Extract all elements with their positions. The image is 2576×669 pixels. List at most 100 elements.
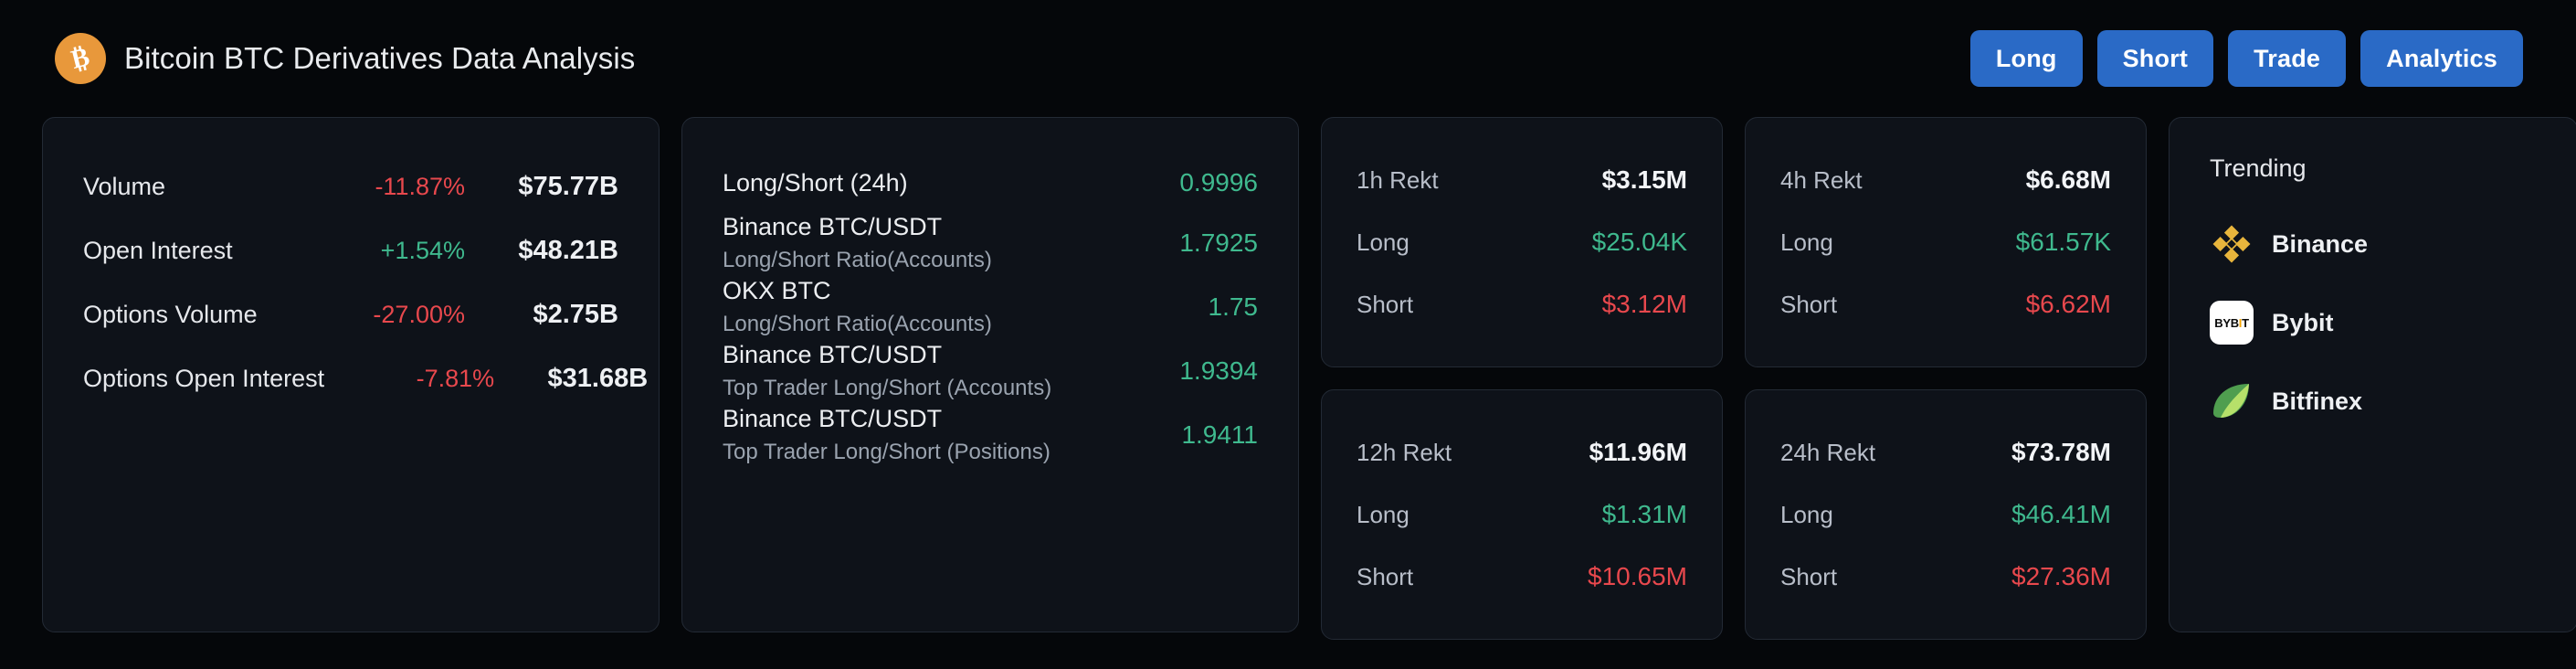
metric-row: Volume -11.87% $75.77B — [83, 154, 618, 218]
ratio-title: Binance BTC/USDT — [723, 213, 943, 240]
ratio-subtitle: Long/Short Ratio(Accounts) — [723, 248, 992, 272]
trending-item-label: Bitfinex — [2272, 387, 2363, 415]
rekt-total-row: 1h Rekt $3.15M — [1357, 149, 1687, 211]
metric-label: Options Volume — [83, 300, 258, 328]
trending-item-binance[interactable]: Binance — [2210, 218, 2537, 271]
metric-row: Open Interest +1.54% $48.21B — [83, 218, 618, 282]
metric-label: Options Open Interest — [83, 364, 325, 392]
rekt-long-row: Long $25.04K — [1357, 211, 1687, 273]
rekt-period-label: 4h Rekt — [1780, 165, 1863, 194]
metric-change: -7.81% — [416, 364, 495, 392]
ratio-row: Long/Short (24h) 0.9996 — [723, 154, 1258, 211]
ratio-row: Binance BTC/USDT Long/Short Ratio(Accoun… — [723, 211, 1258, 275]
page-title: Bitcoin BTC Derivatives Data Analysis — [124, 41, 636, 75]
rekt-column-left: 1h Rekt $3.15M Long $25.04K Short $3.12M… — [1321, 117, 1723, 640]
rekt-card-24h: 24h Rekt $73.78M Long $46.41M Short $27.… — [1745, 389, 2147, 640]
ratio-row: Binance BTC/USDT Top Trader Long/Short (… — [723, 339, 1258, 403]
metric-change: -27.00% — [373, 300, 465, 328]
rekt-total-row: 24h Rekt $73.78M — [1780, 421, 2111, 483]
ratio-row: Binance BTC/USDT Top Trader Long/Short (… — [723, 403, 1258, 467]
ratio-value: 1.7925 — [1179, 228, 1258, 257]
rekt-short-row: Short $3.12M — [1357, 273, 1687, 335]
rekt-long-row: Long $1.31M — [1357, 483, 1687, 546]
rekt-long-value: $1.31M — [1601, 500, 1687, 528]
rekt-short-value: $3.12M — [1601, 290, 1687, 318]
rekt-total-value: $11.96M — [1589, 438, 1687, 466]
rekt-short-value: $6.62M — [2025, 290, 2111, 318]
rekt-long-label: Long — [1780, 500, 1833, 528]
ratio-value: 1.9411 — [1181, 420, 1258, 449]
rekt-long-label: Long — [1357, 228, 1409, 256]
rekt-column-right: 4h Rekt $6.68M Long $61.57K Short $6.62M… — [1745, 117, 2147, 640]
rekt-total-value: $6.68M — [2025, 165, 2111, 194]
rekt-period-label: 1h Rekt — [1357, 165, 1439, 194]
rekt-short-value: $10.65M — [1588, 562, 1687, 590]
rekt-period-label: 24h Rekt — [1780, 438, 1876, 466]
rekt-short-row: Short $10.65M — [1357, 546, 1687, 608]
ratio-labels: Binance BTC/USDT Top Trader Long/Short (… — [723, 341, 1051, 401]
ratio-value: 1.9394 — [1179, 356, 1258, 385]
rekt-card-1h: 1h Rekt $3.15M Long $25.04K Short $3.12M — [1321, 117, 1723, 367]
metric-row: Options Open Interest -7.81% $31.68B — [83, 346, 648, 410]
rekt-long-value: $25.04K — [1591, 228, 1687, 256]
card-grid: Volume -11.87% $75.77B Open Interest +1.… — [40, 117, 2576, 640]
derivatives-dashboard: B Bitcoin BTC Derivatives Data Analysis … — [0, 0, 2576, 669]
page-header: B Bitcoin BTC Derivatives Data Analysis … — [40, 0, 2536, 117]
bitcoin-icon: B — [55, 33, 106, 84]
header-actions: Long Short Trade Analytics — [1969, 30, 2523, 87]
rekt-long-value: $61.57K — [2015, 228, 2111, 256]
rekt-short-label: Short — [1357, 290, 1414, 318]
metric-value: $48.21B — [518, 235, 618, 265]
trending-item-label: Bybit — [2272, 308, 2334, 336]
ratio-value: 0.9996 — [1179, 168, 1258, 196]
metric-label: Volume — [83, 172, 166, 200]
metric-value: $31.68B — [547, 363, 649, 393]
ratio-row: OKX BTC Long/Short Ratio(Accounts) 1.75 — [723, 275, 1258, 339]
metric-change: -11.87% — [375, 172, 465, 200]
ratio-title: Binance BTC/USDT — [723, 341, 943, 368]
binance-logo-icon — [2210, 222, 2254, 266]
short-button[interactable]: Short — [2096, 30, 2214, 87]
ratio-title: Long/Short (24h) — [723, 168, 908, 196]
metric-row: Options Volume -27.00% $2.75B — [83, 282, 618, 346]
rekt-short-label: Short — [1357, 562, 1414, 590]
metric-label: Open Interest — [83, 236, 233, 264]
bitfinex-logo-icon — [2210, 379, 2254, 423]
rekt-short-row: Short $27.36M — [1780, 546, 2111, 608]
rekt-short-value: $27.36M — [2011, 562, 2111, 590]
trade-button[interactable]: Trade — [2228, 30, 2347, 87]
metric-change: +1.54% — [380, 236, 465, 264]
rekt-period-label: 12h Rekt — [1357, 438, 1452, 466]
ratio-labels: OKX BTC Long/Short Ratio(Accounts) — [723, 277, 992, 337]
analytics-button[interactable]: Analytics — [2360, 30, 2523, 87]
ratio-labels: Binance BTC/USDT Top Trader Long/Short (… — [723, 405, 1050, 465]
title-group: B Bitcoin BTC Derivatives Data Analysis — [55, 33, 635, 84]
trending-item-bybit[interactable]: BYB I T Bybit — [2210, 296, 2537, 349]
ratio-labels: Long/Short (24h) — [723, 169, 908, 197]
ratio-labels: Binance BTC/USDT Long/Short Ratio(Accoun… — [723, 213, 992, 273]
rekt-total-value: $73.78M — [2011, 438, 2111, 466]
rekt-long-label: Long — [1357, 500, 1409, 528]
rekt-total-row: 12h Rekt $11.96M — [1357, 421, 1687, 483]
bybit-logo-icon: BYB I T — [2210, 301, 2254, 345]
ratio-title: OKX BTC — [723, 277, 831, 304]
rekt-total-value: $3.15M — [1601, 165, 1687, 194]
rekt-card-4h: 4h Rekt $6.68M Long $61.57K Short $6.62M — [1745, 117, 2147, 367]
long-short-ratio-card: Long/Short (24h) 0.9996 Binance BTC/USDT… — [681, 117, 1299, 632]
trending-item-label: Binance — [2272, 229, 2369, 258]
rekt-short-label: Short — [1780, 290, 1838, 318]
trending-title: Trending — [2210, 154, 2307, 182]
rekt-total-row: 4h Rekt $6.68M — [1780, 149, 2111, 211]
trending-card: Trending Binance BYB I T Bybit Bitfinex — [2169, 117, 2576, 632]
ratio-subtitle: Top Trader Long/Short (Accounts) — [723, 376, 1052, 400]
ratio-subtitle: Long/Short Ratio(Accounts) — [723, 312, 992, 336]
market-metrics-card: Volume -11.87% $75.77B Open Interest +1.… — [42, 117, 660, 632]
trending-item-bitfinex[interactable]: Bitfinex — [2210, 375, 2537, 428]
rekt-long-row: Long $46.41M — [1780, 483, 2111, 546]
long-button[interactable]: Long — [1969, 30, 2083, 87]
rekt-long-label: Long — [1780, 228, 1833, 256]
rekt-long-value: $46.41M — [2011, 500, 2111, 528]
metric-value: $75.77B — [518, 171, 618, 201]
ratio-title: Binance BTC/USDT — [723, 405, 943, 432]
metric-value: $2.75B — [533, 299, 618, 329]
